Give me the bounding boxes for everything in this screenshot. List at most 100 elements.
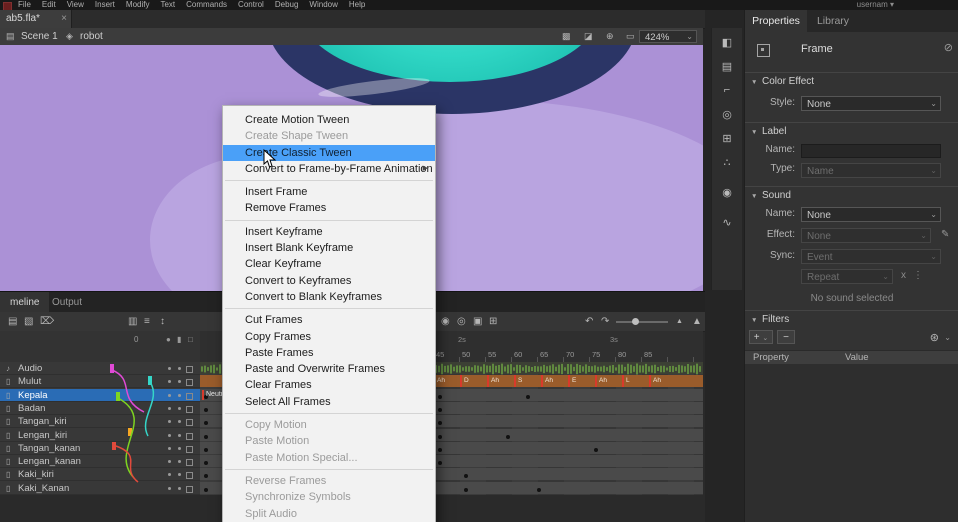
section-color-effect[interactable]: ▼ Color Effect xyxy=(745,72,958,90)
scene-breadcrumb[interactable]: Scene 1 xyxy=(21,28,58,45)
new-layer-icon[interactable]: ▤ xyxy=(8,315,17,328)
eye-column-icon[interactable]: ● xyxy=(166,335,171,344)
layer-lock-dot[interactable] xyxy=(178,434,181,437)
layer-outline-swatch[interactable] xyxy=(186,472,193,479)
layer-lock-dot[interactable] xyxy=(178,380,181,383)
outline-mode-icon[interactable]: ▭ xyxy=(626,28,635,45)
context-menu-item-insert-frame[interactable]: Insert Frame xyxy=(223,184,435,200)
loop-forward-icon[interactable]: ↷ xyxy=(601,315,609,328)
history-dock-icon[interactable]: ◉ xyxy=(712,186,742,199)
menu-debug[interactable]: Debug xyxy=(275,0,299,10)
layer-visibility-dot[interactable] xyxy=(168,367,171,370)
filter-options-gear-icon[interactable]: ⊛ xyxy=(930,331,939,344)
layer-visibility-dot[interactable] xyxy=(168,420,171,423)
layer-visibility-dot[interactable] xyxy=(168,434,171,437)
layer-row-tangan-kiri[interactable]: ▯Tangan_kiri xyxy=(0,415,200,428)
section-filters[interactable]: ▼ Filters xyxy=(745,310,958,328)
menu-edit[interactable]: Edit xyxy=(42,0,56,10)
zoom-level-select[interactable]: 424% ⌄ xyxy=(639,30,697,43)
help-icon[interactable]: ⊘ xyxy=(944,41,953,54)
layer-lock-dot[interactable] xyxy=(178,487,181,490)
slider-knob[interactable] xyxy=(632,318,639,325)
layer-outline-swatch[interactable] xyxy=(186,379,193,386)
layer-outline-swatch[interactable] xyxy=(186,486,193,493)
context-menu-item-create-motion-tween[interactable]: Create Motion Tween xyxy=(223,112,435,128)
menu-help[interactable]: Help xyxy=(349,0,365,10)
section-label[interactable]: ▼ Label xyxy=(745,122,958,140)
lock-column-icon[interactable]: ▮ xyxy=(177,335,181,344)
center-stage-icon[interactable]: ⊕ xyxy=(606,28,614,45)
repeat-count-stepper[interactable]: ⋮ xyxy=(913,270,923,281)
layer-row-audio[interactable]: ♪Audio xyxy=(0,362,200,375)
close-tab-icon[interactable]: × xyxy=(61,10,67,28)
layer-lock-dot[interactable] xyxy=(178,473,181,476)
layer-visibility-dot[interactable] xyxy=(168,460,171,463)
tab-properties[interactable]: Properties xyxy=(745,10,807,32)
layer-visibility-dot[interactable] xyxy=(168,447,171,450)
edit-multiple-frames-icon[interactable]: ▣ xyxy=(473,315,482,328)
menu-insert[interactable]: Insert xyxy=(95,0,115,10)
context-menu-item-remove-frames[interactable]: Remove Frames xyxy=(223,200,435,216)
menu-modify[interactable]: Modify xyxy=(126,0,150,10)
context-menu-item-copy-frames[interactable]: Copy Frames xyxy=(223,329,435,345)
layer-row-mulut[interactable]: ▯Mulut xyxy=(0,375,200,388)
symbol-breadcrumb[interactable]: robot xyxy=(80,28,103,45)
section-sound[interactable]: ▼ Sound xyxy=(745,186,958,204)
align-dock-icon[interactable]: ⌐ xyxy=(712,84,742,96)
show-layers-icon[interactable]: ▥ xyxy=(128,315,137,328)
layer-visibility-dot[interactable] xyxy=(168,394,171,397)
menu-window[interactable]: Window xyxy=(309,0,337,10)
account-menu[interactable]: usernam ▾ xyxy=(857,0,894,10)
onion-outline-icon[interactable]: ◎ xyxy=(457,315,466,328)
fill-view-icon[interactable]: ◪ xyxy=(584,28,593,45)
menu-file[interactable]: File xyxy=(18,0,31,10)
delete-layer-icon[interactable]: ⌦ xyxy=(40,315,54,328)
context-menu-item-insert-keyframe[interactable]: Insert Keyframe xyxy=(223,224,435,240)
zoom-out-frames-icon[interactable]: ▲ xyxy=(676,315,683,328)
tab-library[interactable]: Library xyxy=(807,10,859,32)
tab-output[interactable]: Output xyxy=(42,292,92,313)
layer-outline-swatch[interactable] xyxy=(186,446,193,453)
context-menu-item-paste-frames[interactable]: Paste Frames xyxy=(223,345,435,361)
library-dock-icon[interactable]: ▤ xyxy=(712,60,742,73)
modify-markers-icon[interactable]: ⊞ xyxy=(489,315,497,328)
layer-lock-dot[interactable] xyxy=(178,394,181,397)
layer-visibility-dot[interactable] xyxy=(168,407,171,410)
layer-visibility-dot[interactable] xyxy=(168,380,171,383)
onion-skin-icon[interactable]: ◉ xyxy=(441,315,450,328)
layer-row-tangan-kanan[interactable]: ▯Tangan_kanan xyxy=(0,442,200,455)
layer-outline-swatch[interactable] xyxy=(186,459,193,466)
menu-commands[interactable]: Commands xyxy=(186,0,227,10)
layer-options-icon[interactable]: ≡ xyxy=(144,315,150,328)
timeline-zoom-slider[interactable] xyxy=(616,321,668,323)
layer-row-kepala[interactable]: ▯Kepala xyxy=(0,389,200,402)
remove-filter-button[interactable]: − xyxy=(777,330,795,344)
add-filter-button[interactable]: + ⌄ xyxy=(749,330,773,344)
layer-lock-dot[interactable] xyxy=(178,420,181,423)
edit-effect-icon[interactable]: ✎ xyxy=(941,229,949,240)
layer-visibility-dot[interactable] xyxy=(168,473,171,476)
expand-rows-icon[interactable]: ↕ xyxy=(160,315,165,328)
layer-lock-dot[interactable] xyxy=(178,447,181,450)
layer-lock-dot[interactable] xyxy=(178,407,181,410)
context-menu-item-select-all-frames[interactable]: Select All Frames xyxy=(223,394,435,410)
layer-row-lengan-kanan[interactable]: ▯Lengan_kanan xyxy=(0,455,200,468)
zoom-in-frames-icon[interactable]: ▲ xyxy=(692,315,702,328)
label-name-input[interactable] xyxy=(801,144,941,158)
context-menu-item-paste-and-overwrite-frames[interactable]: Paste and Overwrite Frames xyxy=(223,361,435,377)
sound-name-select[interactable]: None ⌄ xyxy=(801,207,941,222)
context-menu-item-convert-to-keyframes[interactable]: Convert to Keyframes xyxy=(223,273,435,289)
menu-control[interactable]: Control xyxy=(238,0,264,10)
layer-outline-swatch[interactable] xyxy=(186,419,193,426)
new-folder-icon[interactable]: ▧ xyxy=(24,315,33,328)
layer-visibility-dot[interactable] xyxy=(168,487,171,490)
layer-row-kaki-kanan[interactable]: ▯Kaki_Kanan xyxy=(0,482,200,495)
properties-dock-icon[interactable]: ◧ xyxy=(712,36,742,49)
snippets-dock-icon[interactable]: ∴ xyxy=(712,156,742,169)
info-dock-icon[interactable]: ◎ xyxy=(712,108,742,121)
context-menu-item-clear-frames[interactable]: Clear Frames xyxy=(223,377,435,393)
outline-column-icon[interactable]: □ xyxy=(188,335,193,344)
style-select[interactable]: None ⌄ xyxy=(801,96,941,111)
layer-outline-swatch[interactable] xyxy=(186,393,193,400)
context-menu-item-convert-to-blank-keyframes[interactable]: Convert to Blank Keyframes xyxy=(223,289,435,305)
